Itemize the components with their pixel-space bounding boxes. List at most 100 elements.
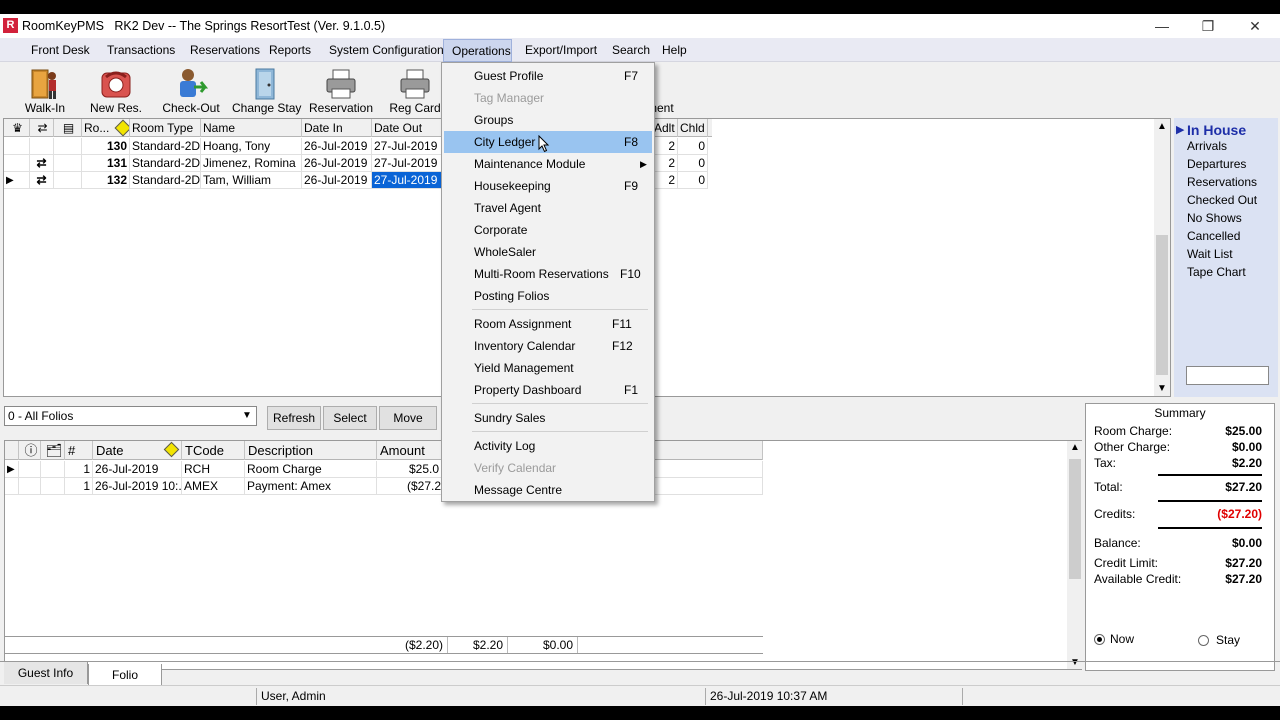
sidebar-item-wait-list[interactable]: Wait List xyxy=(1187,247,1233,261)
transaction-code: RCH xyxy=(182,461,245,478)
sidebar-item-reservations[interactable]: Reservations xyxy=(1187,175,1257,189)
menu-front-desk[interactable]: Front Desk xyxy=(31,43,90,57)
room-type: Standard-2DB xyxy=(130,155,201,172)
menu-item-wholesaler[interactable]: WholeSaler xyxy=(444,241,652,263)
reg-card-button[interactable]: Reg Card xyxy=(386,63,444,119)
check-out-button[interactable]: Check-Out xyxy=(160,63,222,119)
menu-search[interactable]: Search xyxy=(612,43,650,57)
menu-item-posting-folios[interactable]: Posting Folios xyxy=(444,285,652,307)
walk-in-label: Walk-In xyxy=(24,101,66,115)
folio-select[interactable]: 0 - All Folios ▼ xyxy=(4,406,257,426)
menu-reports[interactable]: Reports xyxy=(269,43,311,57)
menu-item-guest-profile[interactable]: Guest Profile F7 xyxy=(444,65,652,87)
room-number: 131 xyxy=(82,155,130,172)
col-date[interactable]: Date xyxy=(93,441,182,460)
divider xyxy=(962,688,963,705)
menu-item-maintenance-module[interactable]: Maintenance Module ▶ xyxy=(444,153,652,175)
new-reservation-button[interactable]: New Res. xyxy=(88,63,144,119)
scroll-up-icon[interactable]: ▲ xyxy=(1070,442,1080,453)
menu-item-message-centre[interactable]: Message Centre xyxy=(444,479,652,501)
guest-name: Tam, William xyxy=(201,172,302,189)
menu-item-city-ledger[interactable]: City Ledger F8 xyxy=(444,131,652,153)
select-button[interactable]: Select xyxy=(323,406,377,430)
col-name[interactable]: Name xyxy=(201,119,302,137)
close-button[interactable]: ✕ xyxy=(1235,16,1275,36)
col-adults[interactable]: Adlt xyxy=(652,119,678,137)
menu-export-import[interactable]: Export/Import xyxy=(525,43,597,57)
move-button[interactable]: Move xyxy=(379,406,437,430)
sidebar-item-cancelled[interactable]: Cancelled xyxy=(1187,229,1240,243)
swap-icon[interactable]: ⇄ xyxy=(30,119,54,137)
radio-stay[interactable] xyxy=(1198,635,1209,646)
chevron-down-icon[interactable]: ▼ xyxy=(240,409,254,423)
col-tcode[interactable]: TCode xyxy=(182,441,245,460)
sidebar-item-in-house[interactable]: In House xyxy=(1187,122,1246,138)
col-room-type[interactable]: Room Type xyxy=(130,119,201,137)
folio-scrollbar[interactable]: ▲ ▼ xyxy=(1067,441,1083,669)
help-icon[interactable]: ⓘ xyxy=(19,441,41,460)
minimize-button[interactable]: — xyxy=(1142,16,1182,36)
scroll-up-icon[interactable]: ▲ xyxy=(1157,121,1167,132)
sidebar-search-input[interactable] xyxy=(1186,366,1269,385)
col-description[interactable]: Description xyxy=(245,441,377,460)
in-house-scrollbar[interactable]: ▲ ▼ xyxy=(1154,119,1170,396)
tab-guest-info[interactable]: Guest Info xyxy=(4,662,88,684)
menu-transactions[interactable]: Transactions xyxy=(107,43,175,57)
menu-system-configuration[interactable]: System Configuration xyxy=(329,43,444,57)
scroll-down-icon[interactable]: ▼ xyxy=(1157,383,1167,394)
reservation-print-button[interactable]: Reservation xyxy=(308,63,374,119)
menu-operations[interactable]: Operations xyxy=(452,44,511,58)
operations-dropdown: Guest Profile F7 Tag Manager Groups City … xyxy=(441,62,655,502)
col-room[interactable]: Ro... xyxy=(82,119,130,137)
tab-folio[interactable]: Folio xyxy=(88,664,162,686)
sidebar-item-departures[interactable]: Departures xyxy=(1187,157,1246,171)
room-charge-value: $25.00 xyxy=(1225,424,1262,438)
walk-in-button[interactable]: Walk-In xyxy=(18,63,72,119)
col-number[interactable]: # xyxy=(65,441,93,460)
current-row-arrow-icon: ▶ xyxy=(4,172,30,189)
tax-value: $2.20 xyxy=(1231,456,1262,470)
sidebar-item-arrivals[interactable]: Arrivals xyxy=(1187,139,1227,153)
menu-item-activity-log[interactable]: Activity Log xyxy=(444,435,652,457)
col-date-out[interactable]: Date Out xyxy=(372,119,452,137)
restore-button[interactable]: ❐ xyxy=(1188,16,1228,36)
sidebar-item-checked-out[interactable]: Checked Out xyxy=(1187,193,1257,207)
guest-status-icon[interactable]: ♛ xyxy=(4,119,30,137)
new-res-label: New Res. xyxy=(89,101,142,115)
menu-help[interactable]: Help xyxy=(662,43,687,57)
scroll-thumb[interactable] xyxy=(1069,459,1081,579)
menu-separator xyxy=(472,403,648,404)
col-date-in[interactable]: Date In xyxy=(302,119,372,137)
sidebar-item-no-shows[interactable]: No Shows xyxy=(1187,211,1242,225)
menu-item-yield-management[interactable]: Yield Management xyxy=(444,357,652,379)
menu-item-groups[interactable]: Groups xyxy=(444,109,652,131)
total-charges: $2.20 xyxy=(448,637,508,653)
sidebar-item-tape-chart[interactable]: Tape Chart xyxy=(1187,265,1246,279)
menu-item-inventory-calendar[interactable]: Inventory Calendar F12 xyxy=(444,335,652,357)
menu-reservations[interactable]: Reservations xyxy=(190,43,260,57)
adults: 2 xyxy=(652,172,678,189)
date-out-selected[interactable]: 27-Jul-2019 xyxy=(372,172,452,189)
menu-item-room-assignment[interactable]: Room Assignment F11 xyxy=(444,313,652,335)
menu-item-sundry-sales[interactable]: Sundry Sales xyxy=(444,407,652,429)
menu-item-corporate[interactable]: Corporate xyxy=(444,219,652,241)
walk-in-icon xyxy=(31,69,56,99)
sort-diamond-icon xyxy=(163,441,180,458)
children: 0 xyxy=(678,172,708,189)
menu-item-housekeeping[interactable]: Housekeeping F9 xyxy=(444,175,652,197)
tax-label: Tax: xyxy=(1094,456,1117,470)
menu-item-multi-room-reservations[interactable]: Multi-Room Reservations F10 xyxy=(444,263,652,285)
menu-item-travel-agent[interactable]: Travel Agent xyxy=(444,197,652,219)
change-stay-button[interactable]: Change Stay xyxy=(232,63,301,119)
refresh-button[interactable]: Refresh xyxy=(267,406,321,430)
folder-icon[interactable]: 🗂 xyxy=(41,441,65,460)
scroll-thumb[interactable] xyxy=(1156,235,1168,375)
date-in: 26-Jul-2019 xyxy=(302,172,372,189)
menu-item-property-dashboard[interactable]: Property Dashboard F1 xyxy=(444,379,652,401)
radio-now[interactable] xyxy=(1094,634,1105,645)
person-exit-icon xyxy=(180,69,208,97)
app-window: R RoomKeyPMS RK2 Dev -- The Springs Reso… xyxy=(0,14,1280,706)
notes-icon[interactable]: ▤ xyxy=(54,119,82,137)
folio-select-value: 0 - All Folios xyxy=(8,409,74,423)
col-children[interactable]: Chld xyxy=(678,119,708,137)
